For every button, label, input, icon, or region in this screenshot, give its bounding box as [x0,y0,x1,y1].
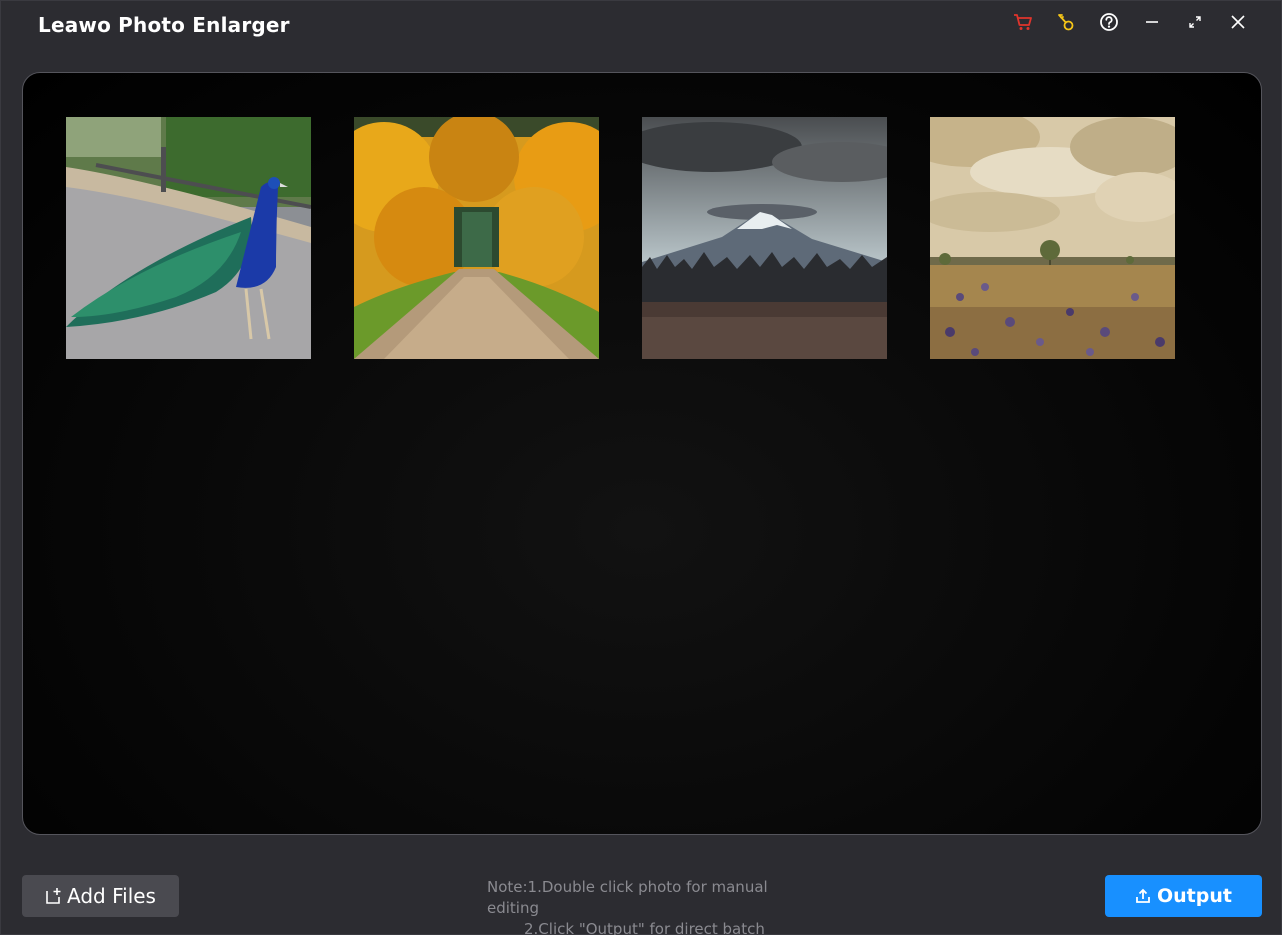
app-window: Leawo Photo Enlarger Add Files Note:1.Do… [0,0,1282,935]
output-button[interactable]: Output [1105,875,1262,917]
add-files-button[interactable]: Add Files [22,875,179,917]
cart-icon[interactable] [1001,10,1044,34]
app-title: Leawo Photo Enlarger [38,13,290,37]
photo-thumbnail-mountain[interactable] [642,117,887,359]
add-files-label: Add Files [67,884,156,908]
maximize-icon[interactable] [1173,10,1216,34]
usage-note: Note:1.Double click photo for manual edi… [471,877,811,935]
key-icon[interactable] [1044,10,1087,34]
photo-thumbnail-field[interactable] [930,117,1175,359]
output-label: Output [1157,885,1232,907]
close-icon[interactable] [1216,10,1259,34]
minimize-icon[interactable] [1130,10,1173,34]
note-line-1: Note:1.Double click photo for manual edi… [487,878,768,917]
add-file-icon [46,888,61,904]
title-bar: Leawo Photo Enlarger [1,1,1281,49]
window-controls [1001,10,1259,34]
help-icon[interactable] [1087,10,1130,34]
upload-icon [1136,888,1150,903]
photo-list-area[interactable] [22,72,1262,835]
photo-thumbnail-autumn-road[interactable] [354,117,599,359]
note-line-2: 2.Click "Output" for direct batch output [524,920,765,935]
photo-thumbnail-peacock[interactable] [66,117,311,359]
